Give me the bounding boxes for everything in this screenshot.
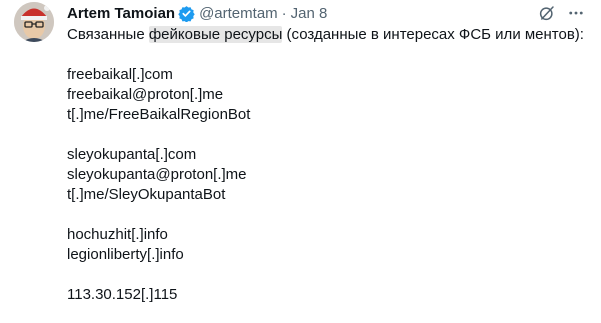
resource-line: freebaikal@proton[.]me: [67, 86, 224, 103]
intro-after: (созданные в интересах ФСБ или ментов):: [282, 26, 584, 43]
tweet: Artem Tamoian @artemtam · Jan 8 Связанны…: [0, 0, 601, 323]
separator-dot: ·: [281, 4, 287, 22]
resource-line: sleyokupanta@proton[.]me: [67, 166, 247, 183]
verified-badge-icon: [178, 5, 195, 22]
tweet-date[interactable]: Jan 8: [291, 5, 328, 22]
tweet-body: Связанные фейковые ресурсы (созданные в …: [67, 25, 587, 305]
grok-slash-icon[interactable]: [537, 3, 557, 23]
resource-line: sleyokupanta[.]com: [67, 146, 197, 163]
intro-highlight: фейковые ресурсы: [148, 26, 283, 43]
resource-line: freebaikal[.]com: [67, 66, 173, 83]
intro-before: Связанные: [67, 26, 149, 43]
more-dots-icon[interactable]: [566, 3, 586, 23]
resource-line: legionliberty[.]info: [67, 246, 184, 263]
resource-line: t[.]me/SleyOkupantaBot: [67, 186, 226, 203]
resource-line: 113.30.152[.]115: [67, 286, 178, 303]
tweet-header: Artem Tamoian @artemtam · Jan 8: [67, 2, 327, 24]
intro-line: Связанные фейковые ресурсы (созданные в …: [67, 25, 587, 45]
author-handle[interactable]: @artemtam: [199, 5, 278, 22]
avatar-image: [14, 2, 54, 42]
resource-line: t[.]me/FreeBaikalRegionBot: [67, 106, 251, 123]
author-name[interactable]: Artem Tamoian: [67, 5, 175, 22]
resource-line: hochuzhit[.]info: [67, 226, 168, 243]
avatar[interactable]: [14, 2, 54, 42]
